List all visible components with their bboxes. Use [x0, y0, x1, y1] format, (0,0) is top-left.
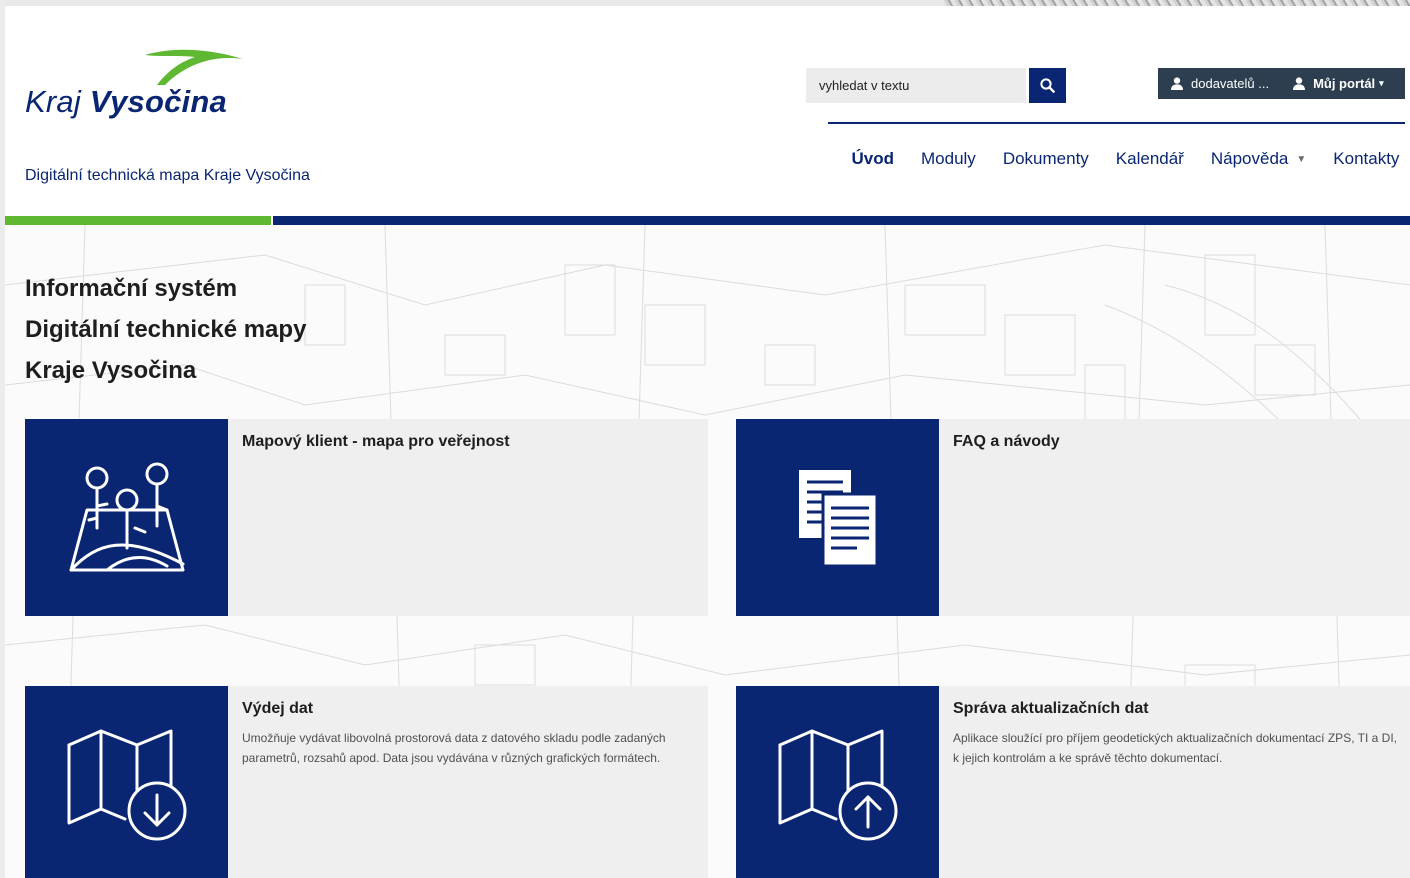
map-upload-icon	[778, 729, 897, 840]
user-toolbar: dodavatelů ... Můj portál ▾	[1158, 68, 1405, 99]
nav-item-kalendar[interactable]: Kalendář	[1102, 149, 1197, 169]
tile-title: Výdej dat	[242, 700, 314, 717]
chevron-down-icon: ▼	[1296, 154, 1307, 165]
tile-vydej-dat[interactable]: Výdej dat Umožňuje vydávat libovolná pro…	[25, 686, 708, 878]
tile-faq-navody[interactable]: FAQ a návody	[736, 419, 1410, 616]
tile-icon-box	[736, 419, 939, 616]
search-input[interactable]	[806, 68, 1026, 103]
tile-icon-box	[25, 686, 228, 878]
map-pins-icon	[69, 462, 184, 571]
tile-title: Správa aktualizačních dat	[953, 700, 1149, 717]
page-title: Informační systém Digitální technické ma…	[25, 268, 306, 391]
tile-icon-box	[736, 686, 939, 878]
tile-mapovy-klient[interactable]: Mapový klient - mapa pro veřejnost	[25, 419, 708, 616]
logo-swoosh-icon	[145, 49, 243, 85]
nav-item-moduly[interactable]: Moduly	[908, 149, 990, 169]
tile-sprava-aktualizacnich-dat[interactable]: Správa aktualizačních dat Aplikace slouž…	[736, 686, 1410, 878]
nav-item-uvod[interactable]: Úvod	[838, 149, 908, 169]
nav-item-kontakty[interactable]: Kontakty	[1320, 149, 1410, 169]
site-subtitle: Digitální technická mapa Kraje Vysočina	[25, 167, 310, 184]
search-icon	[1040, 78, 1055, 93]
page-title-line-3: Kraje Vysočina	[25, 357, 197, 384]
documents-icon	[798, 469, 878, 567]
header-divider	[828, 122, 1405, 124]
search-button[interactable]	[1029, 68, 1066, 103]
site-header: Kraj Vysočina Digitální technická mapa K…	[5, 6, 1410, 216]
user-icon	[1171, 77, 1183, 90]
kraj-vysocina-logo[interactable]: Kraj Vysočina	[25, 46, 255, 126]
nav-item-napoveda[interactable]: Nápověda ▼	[1197, 149, 1319, 169]
my-portal-label: Můj portál	[1313, 76, 1376, 91]
accent-bar-green	[5, 216, 271, 225]
tile-description: Aplikace sloužící pro příjem geodetickýc…	[953, 731, 1397, 765]
user-icon	[1293, 77, 1306, 90]
user-menu-button[interactable]: dodavatelů ...	[1158, 76, 1279, 91]
page-title-line-2: Digitální technické mapy	[25, 316, 307, 343]
tile-icon-box	[25, 419, 228, 616]
my-portal-button[interactable]: Můj portál ▾	[1279, 76, 1394, 91]
nav-item-dokumenty[interactable]: Dokumenty	[989, 149, 1102, 169]
main-nav: Úvod Moduly Dokumenty Kalendář Nápověda ▼…	[838, 149, 1410, 169]
search-form	[806, 68, 1066, 103]
logo-text: Kraj Vysočina	[25, 84, 227, 119]
tile-title: Mapový klient - mapa pro veřejnost	[242, 433, 510, 450]
user-menu-label: dodavatelů ...	[1191, 76, 1270, 91]
tile-title: FAQ a návody	[953, 433, 1060, 450]
page-title-line-1: Informační systém	[25, 275, 238, 302]
nav-item-napoveda-label: Nápověda	[1210, 149, 1289, 168]
chevron-down-icon: ▾	[1379, 78, 1384, 88]
tile-description: Umožňuje vydávat libovolná prostorová da…	[242, 731, 666, 765]
accent-bar-blue	[273, 216, 1410, 225]
map-download-icon	[67, 729, 186, 840]
